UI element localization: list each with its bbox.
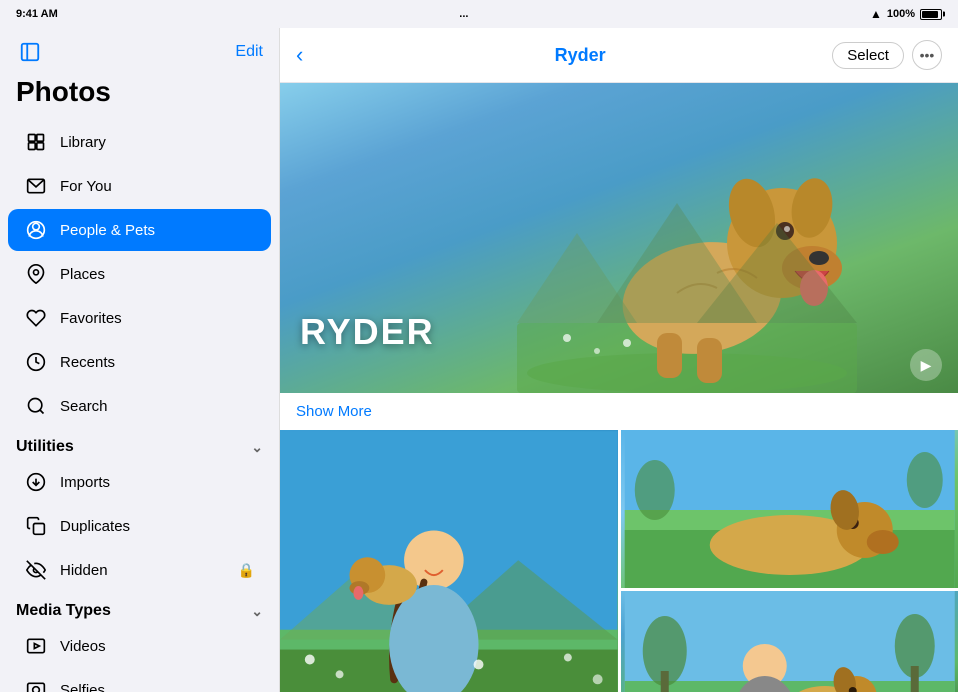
sidebar-item-videos[interactable]: Videos (8, 625, 271, 667)
sidebar-header: Edit (0, 28, 279, 72)
more-button[interactable]: ••• (912, 40, 942, 70)
content-title: Ryder (555, 45, 606, 66)
sidebar-item-imports[interactable]: Imports (8, 461, 271, 503)
battery-icon (920, 9, 942, 20)
photo-cell-1[interactable] (280, 430, 618, 692)
header-actions: Select ••• (832, 40, 942, 70)
sidebar-library-label: Library (60, 134, 106, 151)
sidebar: Edit Photos Library For You People & Pet… (0, 28, 280, 692)
sidebar-duplicates-label: Duplicates (60, 518, 130, 535)
ellipsis-icon: ••• (920, 47, 935, 63)
sidebar-recents-label: Recents (60, 354, 115, 371)
sidebar-item-people-pets[interactable]: People & Pets (8, 209, 271, 251)
content-header: ‹ Ryder Select ••• (280, 28, 958, 83)
status-dots: ... (459, 8, 468, 20)
sidebar-hidden-label: Hidden (60, 562, 108, 579)
clock-icon (24, 350, 48, 374)
imports-icon (24, 470, 48, 494)
selfies-icon (24, 678, 48, 692)
sidebar-favorites-label: Favorites (60, 310, 122, 327)
hero-label: RYDER (300, 311, 435, 353)
status-time: 9:41 AM (16, 8, 58, 20)
heart-icon (24, 306, 48, 330)
media-types-section-header[interactable]: Media Types ⌄ (0, 592, 279, 624)
sidebar-for-you-label: For You (60, 178, 112, 195)
star-icon (24, 174, 48, 198)
hidden-icon (24, 558, 48, 582)
videos-icon (24, 634, 48, 658)
photo-grid (280, 430, 958, 692)
sidebar-people-pets-label: People & Pets (60, 222, 155, 239)
sidebar-item-library[interactable]: Library (8, 121, 271, 163)
back-button[interactable]: ‹ (296, 42, 328, 68)
select-button[interactable]: Select (832, 42, 904, 69)
sidebar-item-for-you[interactable]: For You (8, 165, 271, 207)
sidebar-item-duplicates[interactable]: Duplicates (8, 505, 271, 547)
sidebar-item-search[interactable]: Search (8, 385, 271, 427)
photo-cell-2[interactable] (621, 430, 958, 588)
photo-area[interactable]: RYDER ▶ Show More (280, 83, 958, 692)
hero-play-button[interactable]: ▶ (910, 349, 942, 381)
main-content: ‹ Ryder Select ••• (280, 28, 958, 692)
photo-cell-3[interactable] (621, 591, 958, 692)
sidebar-item-favorites[interactable]: Favorites (8, 297, 271, 339)
status-bar: 9:41 AM ... ▲ 100% (0, 0, 958, 28)
wifi-icon: ▲ (870, 7, 882, 21)
status-center: ... (459, 8, 468, 20)
hero-photo[interactable]: RYDER ▶ (280, 83, 958, 393)
app-container: Edit Photos Library For You People & Pet… (0, 28, 958, 692)
sidebar-videos-label: Videos (60, 638, 106, 655)
photo-1-illustration (280, 430, 618, 692)
sidebar-item-places[interactable]: Places (8, 253, 271, 295)
status-right: ▲ 100% (870, 7, 942, 21)
sidebar-item-selfies[interactable]: Selfies (8, 669, 271, 692)
photo-3-illustration (621, 591, 958, 692)
sidebar-edit-button[interactable]: Edit (235, 43, 263, 61)
search-icon (24, 394, 48, 418)
media-types-label: Media Types (16, 602, 111, 620)
sidebar-toggle-icon[interactable] (16, 38, 44, 66)
media-types-chevron-icon: ⌄ (251, 603, 263, 620)
play-icon: ▶ (921, 357, 932, 374)
show-more-button[interactable]: Show More (280, 393, 958, 430)
sidebar-places-label: Places (60, 266, 105, 283)
grid-icon (24, 130, 48, 154)
battery-percent: 100% (887, 8, 915, 20)
sidebar-imports-label: Imports (60, 474, 110, 491)
map-pin-icon (24, 262, 48, 286)
sidebar-selfies-label: Selfies (60, 682, 105, 692)
sidebar-title: Photos (0, 72, 279, 120)
sidebar-item-hidden[interactable]: Hidden 🔒 (8, 549, 271, 591)
sidebar-search-label: Search (60, 398, 108, 415)
utilities-section-header[interactable]: Utilities ⌄ (0, 428, 279, 460)
utilities-label: Utilities (16, 438, 74, 456)
hero-dog-illustration (517, 103, 857, 393)
photo-2-illustration (621, 430, 958, 588)
person-circle-icon (24, 218, 48, 242)
duplicates-icon (24, 514, 48, 538)
utilities-chevron-icon: ⌄ (251, 439, 263, 456)
lock-icon: 🔒 (238, 562, 255, 579)
sidebar-item-recents[interactable]: Recents (8, 341, 271, 383)
